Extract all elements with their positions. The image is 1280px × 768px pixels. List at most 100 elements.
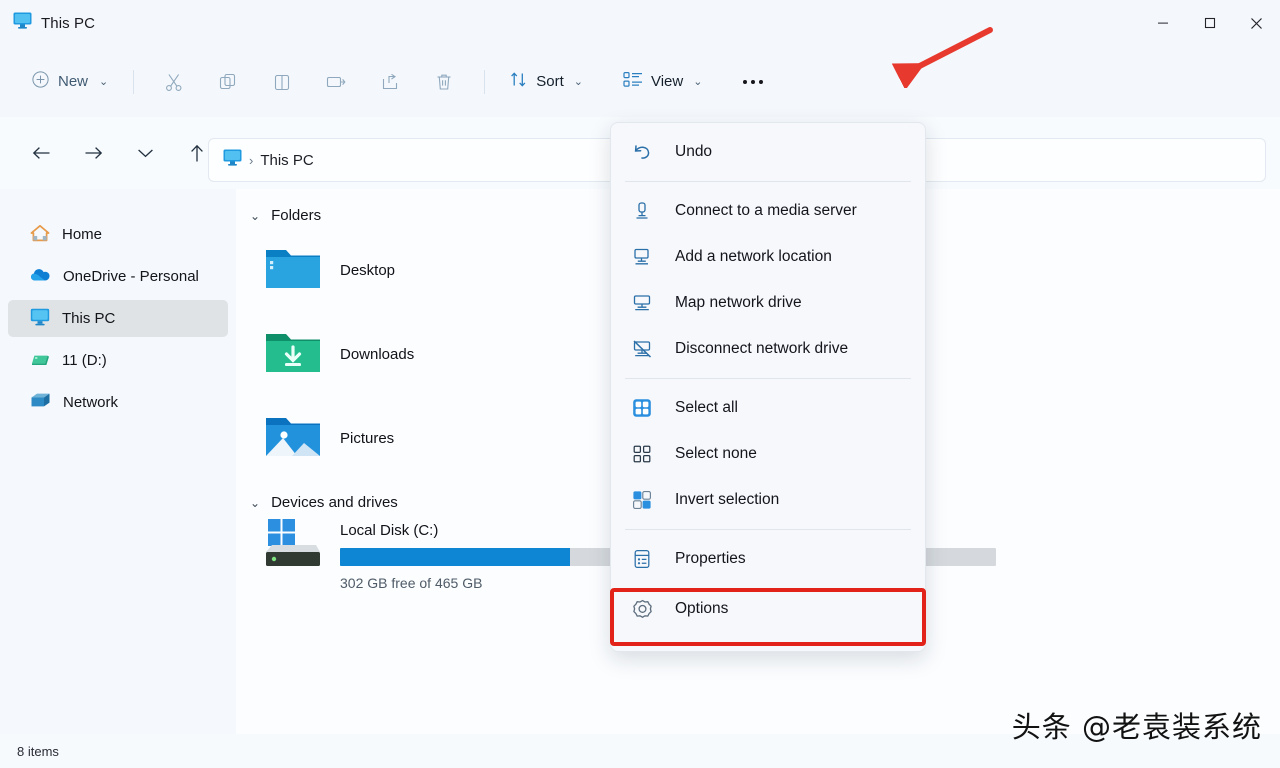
menu-item-label: Select all	[675, 399, 738, 416]
menu-item-connect-media-server[interactable]: Connect to a media server	[611, 188, 925, 234]
window-controls	[1139, 0, 1280, 46]
this-pc-monitor-icon	[30, 308, 50, 330]
sidebar-item-label: OneDrive - Personal	[63, 268, 199, 285]
menu-item-label: Properties	[675, 550, 746, 567]
sidebar-item-this-pc[interactable]: This PC	[8, 300, 228, 337]
folder-tile-label: Pictures	[340, 429, 395, 447]
chevron-down-icon: ⌄	[250, 495, 261, 510]
onedrive-cloud-icon	[30, 267, 51, 286]
breadcrumb-separator: ›	[249, 152, 254, 168]
network-icon	[30, 392, 51, 413]
menu-item-label: Map network drive	[675, 294, 802, 311]
menu-item-invert-selection[interactable]: Invert selection	[611, 477, 925, 523]
chevron-down-icon: ⌄	[99, 76, 109, 88]
home-icon	[30, 224, 50, 246]
file-explorer-window: This PC New ⌄ Sort ⌄ View ⌄ › This PC Ho…	[0, 0, 1280, 768]
window-title: This PC	[41, 14, 96, 32]
group-header-label: Folders	[271, 207, 322, 224]
sidebar-item-label: This PC	[62, 310, 116, 327]
this-pc-monitor-icon	[13, 12, 32, 34]
sidebar-item-network[interactable]: Network	[8, 384, 228, 421]
share-icon[interactable]	[363, 63, 417, 101]
menu-item-label: Invert selection	[675, 491, 780, 508]
paste-icon[interactable]	[255, 63, 309, 101]
delete-icon[interactable]	[417, 63, 471, 101]
menu-item-label: Select none	[675, 445, 757, 462]
sort-button[interactable]: Sort ⌄	[498, 63, 594, 101]
ellipsis-dot	[759, 79, 764, 84]
options-gear-icon	[631, 599, 653, 620]
menu-item-label: Options	[675, 600, 729, 617]
pictures-folder-icon	[264, 412, 322, 465]
more-options-arrow-annotation	[890, 18, 1000, 93]
sort-button-label: Sort	[536, 73, 564, 90]
plus-circle-icon	[32, 70, 49, 93]
ellipsis-dot	[743, 79, 748, 84]
menu-item-label: Disconnect network drive	[675, 340, 849, 357]
ellipsis-dot	[751, 79, 756, 84]
chevron-down-icon: ⌄	[573, 76, 583, 88]
menu-separator	[625, 529, 911, 530]
title-bar-left: This PC	[0, 12, 95, 34]
group-header-label: Devices and drives	[271, 494, 398, 511]
toolbar-divider	[133, 69, 135, 94]
drive-green-icon	[30, 351, 50, 371]
menu-item-disconnect-network-drive[interactable]: Disconnect network drive	[611, 326, 925, 372]
undo-arrow-icon	[631, 143, 653, 161]
menu-item-label: Undo	[675, 143, 713, 160]
desktop-folder-icon	[264, 244, 322, 297]
menu-separator	[625, 378, 911, 379]
sidebar-item-label: 11 (D:)	[62, 352, 107, 369]
view-button[interactable]: View ⌄	[612, 63, 713, 101]
watermark-text: 头条 @老袁装系统	[1011, 710, 1262, 744]
new-button[interactable]: New ⌄	[22, 64, 120, 100]
new-button-label: New	[58, 73, 89, 90]
map-network-drive-icon	[631, 293, 653, 313]
menu-item-select-none[interactable]: Select none	[611, 431, 925, 477]
drive-capacity-fill	[340, 548, 570, 566]
view-layout-icon	[623, 71, 643, 93]
invert-selection-icon	[631, 490, 653, 510]
view-button-label: View	[650, 73, 684, 90]
maximize-button[interactable]	[1186, 0, 1233, 46]
cut-icon[interactable]	[147, 63, 201, 101]
menu-item-select-all[interactable]: Select all	[611, 385, 925, 431]
properties-icon	[631, 549, 653, 569]
menu-separator	[625, 181, 911, 182]
sidebar-item-home[interactable]: Home	[8, 216, 228, 253]
local-disk-windows-icon	[262, 515, 324, 591]
media-server-icon	[631, 201, 653, 221]
minimize-button[interactable]	[1139, 0, 1186, 46]
downloads-folder-icon	[264, 328, 322, 381]
sidebar-item-label: Home	[62, 226, 103, 243]
item-count-label: 8 items	[17, 743, 59, 759]
sidebar-item-label: Network	[63, 394, 119, 411]
chevron-down-icon: ⌄	[693, 76, 703, 88]
more-options-button[interactable]	[727, 63, 779, 101]
menu-item-add-network-location[interactable]: Add a network location	[611, 234, 925, 280]
rename-icon[interactable]	[309, 63, 363, 101]
sidebar-item-drive-d[interactable]: 11 (D:)	[8, 342, 228, 379]
menu-item-map-network-drive[interactable]: Map network drive	[611, 280, 925, 326]
disconnect-network-drive-icon	[631, 339, 653, 359]
see-more-context-menu: Undo Connect to a media server Add a net…	[610, 122, 926, 652]
folder-tile-label: Downloads	[340, 345, 415, 363]
close-button[interactable]	[1233, 0, 1280, 46]
add-network-location-icon	[631, 247, 653, 267]
select-none-icon	[631, 444, 653, 464]
breadcrumb-this-pc[interactable]: This PC	[260, 152, 313, 169]
command-toolbar: New ⌄ Sort ⌄ View ⌄	[0, 46, 1280, 117]
menu-item-properties[interactable]: Properties	[611, 536, 925, 582]
chevron-down-icon: ⌄	[250, 208, 261, 223]
sidebar-item-onedrive[interactable]: OneDrive - Personal	[8, 258, 228, 295]
forward-button[interactable]	[72, 132, 114, 174]
title-bar: This PC	[0, 0, 1280, 46]
menu-item-label: Connect to a media server	[675, 202, 857, 219]
menu-item-options[interactable]: Options	[611, 582, 925, 636]
folder-tile-label: Desktop	[340, 261, 396, 279]
toolbar-divider	[484, 69, 486, 94]
menu-item-undo[interactable]: Undo	[611, 129, 925, 175]
copy-icon[interactable]	[201, 63, 255, 101]
back-button[interactable]	[20, 132, 62, 174]
recent-locations-button[interactable]	[124, 132, 166, 174]
